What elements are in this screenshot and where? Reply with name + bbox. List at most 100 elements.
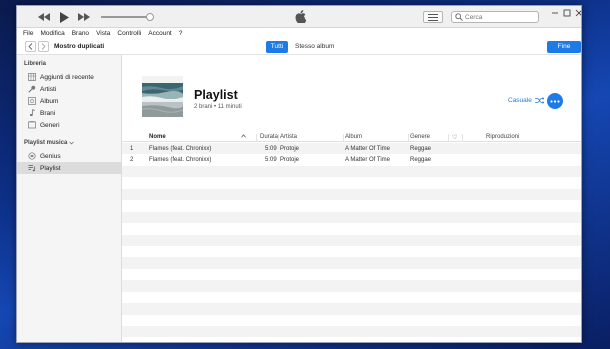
empty-row: [122, 257, 581, 269]
empty-row: [122, 269, 581, 280]
track-album: A Matter Of Time: [345, 156, 391, 163]
track-number: 2: [130, 156, 134, 163]
column-plays[interactable]: Riproduzioni: [486, 134, 519, 140]
done-button[interactable]: Fine: [547, 41, 581, 53]
menu-help[interactable]: ?: [179, 30, 183, 37]
back-button[interactable]: [25, 41, 36, 52]
play-button[interactable]: [57, 9, 71, 25]
menu-controls[interactable]: Controlli: [117, 30, 141, 37]
menu-edit[interactable]: Modifica: [40, 30, 64, 37]
column-duration[interactable]: Durata: [260, 134, 278, 140]
playlist-header-label: Playlist musica: [24, 140, 68, 146]
previous-button[interactable]: [37, 9, 51, 25]
next-button[interactable]: [77, 9, 91, 25]
empty-row: [122, 223, 581, 234]
sidebar: Libreria Aggiunti di recente Artisti Alb…: [17, 55, 122, 342]
segment-all-button[interactable]: Tutti: [266, 41, 288, 53]
track-list: 1 Flames (feat. Chronixx) 5:09 Protoje A…: [122, 143, 581, 338]
genius-icon: [27, 152, 36, 161]
ellipsis-icon: [550, 99, 560, 103]
column-divider[interactable]: [256, 134, 257, 141]
sidebar-item-artists[interactable]: Artisti: [17, 83, 122, 95]
track-name: Flames (feat. Chronixx): [149, 156, 212, 163]
column-artist[interactable]: Artista: [280, 134, 297, 140]
empty-row: [122, 303, 581, 315]
apple-logo-icon: [293, 10, 307, 24]
track-name: Flames (feat. Chronixx): [149, 145, 212, 152]
track-genre: Reggae: [410, 145, 432, 152]
column-favorite[interactable]: ♡: [452, 134, 457, 141]
shuffle-label: Casuale: [508, 97, 532, 104]
column-album[interactable]: Album: [345, 134, 362, 140]
search-icon: [455, 13, 463, 21]
up-next-button[interactable]: [423, 11, 443, 23]
minimize-button[interactable]: [550, 9, 560, 19]
list-icon: [428, 13, 438, 21]
menu-song[interactable]: Brano: [72, 30, 89, 37]
more-options-button[interactable]: [547, 93, 563, 109]
column-divider[interactable]: [343, 134, 344, 141]
chevron-down-icon: [69, 141, 75, 145]
table-row[interactable]: 1 Flames (feat. Chronixx) 5:09 Protoje A…: [122, 143, 581, 155]
close-icon: [575, 9, 581, 17]
table-row[interactable]: 2 Flames (feat. Chronixx) 5:09 Protoje A…: [122, 154, 581, 165]
menu-account[interactable]: Account: [148, 30, 172, 37]
volume-knob[interactable]: [146, 13, 154, 21]
playlist-header[interactable]: Playlist musica: [24, 140, 75, 146]
play-icon: [59, 11, 69, 23]
empty-row: [122, 211, 581, 224]
empty-row: [122, 234, 581, 246]
itunes-window: File Modifica Brano Vista Controlli Acco…: [16, 5, 582, 343]
column-name[interactable]: Nome: [149, 134, 166, 140]
menu-file[interactable]: File: [23, 30, 33, 37]
menu-bar: File Modifica Brano Vista Controlli Acco…: [17, 28, 581, 39]
sidebar-item-label: Genius: [40, 152, 61, 160]
maximize-button[interactable]: [562, 9, 572, 19]
empty-row: [122, 188, 581, 201]
sidebar-item-recently-added[interactable]: Aggiunti di recente: [17, 71, 122, 83]
sidebar-item-label: Album: [40, 97, 59, 105]
forward-button[interactable]: [38, 41, 49, 52]
track-artist: Protoje: [280, 156, 300, 163]
page-title: Mostro duplicati: [54, 43, 105, 50]
track-genre: Reggae: [410, 156, 432, 163]
search-box[interactable]: [451, 11, 539, 23]
chevron-right-icon: [41, 43, 46, 50]
volume-slider[interactable]: [101, 13, 154, 21]
sort-ascending-icon[interactable]: [241, 134, 246, 140]
column-divider[interactable]: [462, 134, 463, 141]
sidebar-item-songs[interactable]: Brani: [17, 107, 122, 119]
column-divider[interactable]: [278, 134, 279, 141]
rewind-icon: [38, 13, 50, 21]
sidebar-item-playlist[interactable]: Playlist: [17, 162, 122, 174]
table-header: Nome Durata Artista Album Genere ♡ Ripro…: [122, 133, 581, 142]
column-divider[interactable]: [408, 134, 409, 141]
empty-row: [122, 292, 581, 303]
empty-row: [122, 177, 581, 188]
empty-row: [122, 315, 581, 326]
menu-view[interactable]: Vista: [96, 30, 110, 37]
search-input[interactable]: [465, 13, 535, 21]
sidebar-item-label: Aggiunti di recente: [40, 73, 94, 81]
library-header: Libreria: [24, 61, 47, 67]
microphone-icon: [27, 85, 36, 94]
playlist-icon: [27, 164, 36, 173]
genres-icon: [27, 121, 36, 130]
close-button[interactable]: [574, 9, 581, 19]
player-bar: [17, 6, 581, 28]
nav-bar: Mostro duplicati Tutti Stesso album Fine: [17, 39, 581, 55]
column-divider[interactable]: [448, 134, 449, 141]
track-duration: 5:09: [265, 145, 277, 152]
sidebar-item-albums[interactable]: Album: [17, 95, 122, 107]
segment-same-album-button[interactable]: Stesso album: [295, 43, 334, 50]
empty-row: [122, 280, 581, 292]
shuffle-button[interactable]: Casuale: [508, 97, 544, 104]
sidebar-item-genius[interactable]: Genius: [17, 150, 122, 162]
playlist-subtitle: 2 brani • 11 minuti: [194, 104, 242, 110]
maximize-icon: [563, 9, 571, 17]
playlist-artwork: [142, 76, 183, 117]
sidebar-item-genres[interactable]: Generi: [17, 119, 122, 131]
column-genre[interactable]: Genere: [410, 134, 430, 140]
empty-row: [122, 165, 581, 178]
main-content: Playlist 2 brani • 11 minuti Casuale Nom…: [122, 55, 581, 342]
